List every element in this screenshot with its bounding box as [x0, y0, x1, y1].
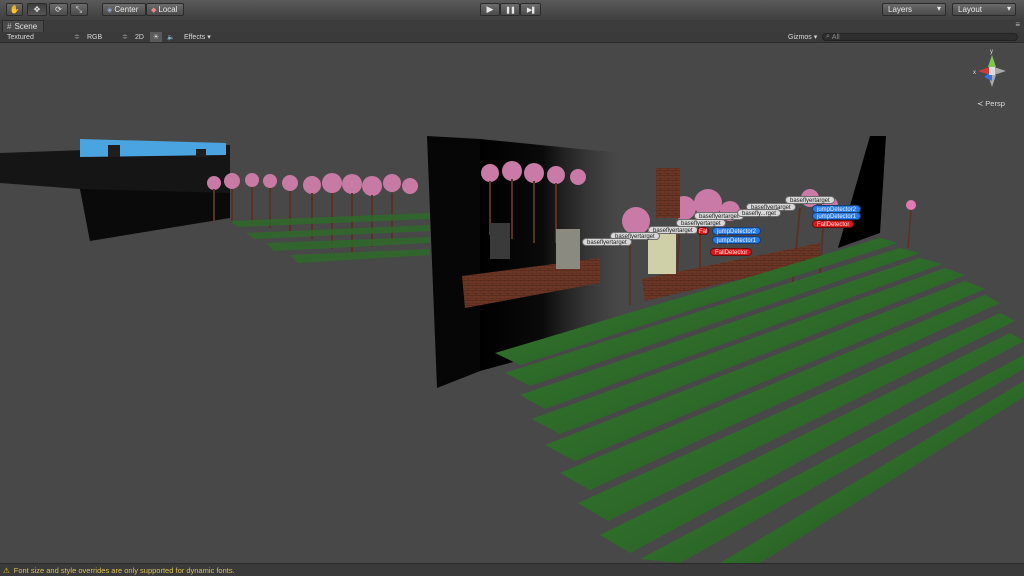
render-mode-arrow-icon: ≑ — [74, 34, 80, 41]
main-toolbar: ✋ ✥ ⟳ ⤡ ◈ Center ◆ Local ▶ ❚❚ ▶❚ Layers … — [0, 0, 1024, 21]
object-label[interactable]: jumpDetector1 — [812, 212, 862, 220]
stone-block — [490, 223, 510, 259]
search-icon: ⌕ — [826, 33, 830, 40]
audio-toggle[interactable]: 🔈 — [167, 32, 174, 42]
object-label[interactable]: Fal — [697, 227, 710, 235]
brick-pillar — [656, 168, 680, 218]
grass-rows-left — [230, 213, 430, 263]
color-mode-dropdown[interactable]: RGB — [87, 32, 102, 42]
silhouette-tower — [108, 145, 120, 157]
pivot-center-toggle[interactable]: ◈ Center — [102, 3, 146, 16]
hand-tool-button[interactable]: ✋ — [6, 3, 23, 16]
speaker-icon: 🔈 — [167, 34, 175, 41]
tree-row-left — [207, 173, 418, 196]
chevron-down-icon: ▾ — [1006, 4, 1011, 13]
tab-menu-icon[interactable]: ≡ — [1015, 20, 1020, 29]
foreground-panel — [427, 136, 480, 388]
warning-icon: ⚠ — [3, 565, 10, 575]
scene-render — [0, 136, 1024, 563]
scale-icon: ⤡ — [75, 4, 83, 14]
pause-button[interactable]: ❚❚ — [500, 3, 520, 16]
layout-dropdown[interactable]: Layout ▾ — [952, 3, 1016, 16]
gizmos-dropdown[interactable]: Gizmos ▾ — [788, 32, 817, 42]
pivot-icon: ◈ — [107, 6, 113, 14]
hierarchy-search-input[interactable]: ⌕ All — [822, 33, 1018, 41]
step-button[interactable]: ▶❚ — [520, 3, 541, 16]
play-icon: ▶ — [486, 4, 494, 14]
pause-icon: ❚❚ — [505, 6, 516, 14]
orientation-gizmo[interactable]: y x — [972, 47, 1012, 93]
move-tool-button[interactable]: ✥ — [27, 3, 47, 16]
background-plane-right — [838, 136, 886, 248]
rotate-tool-button[interactable]: ⟳ — [49, 3, 68, 16]
2d-mode-toggle[interactable]: 2D — [135, 32, 144, 42]
pink-flower — [906, 200, 916, 210]
stone-block — [556, 229, 580, 269]
tab-scene[interactable]: # Scene — [2, 20, 45, 32]
scene-viewport[interactable]: baseflyertarget baseflyertarget baseflye… — [0, 43, 1024, 563]
status-bar[interactable]: ⚠ Font size and style overrides are only… — [0, 563, 1024, 576]
sun-icon: ☀ — [152, 34, 160, 41]
render-mode-dropdown[interactable]: Textured — [7, 32, 34, 42]
chevron-down-icon: ▾ — [936, 4, 941, 13]
object-label[interactable]: jumpDetector1 — [712, 236, 762, 244]
perspective-icon: ≺ — [977, 99, 984, 108]
scene-icon: # — [7, 22, 12, 31]
object-label[interactable]: FallDetector — [710, 248, 753, 256]
dark-backdrop-left — [80, 189, 230, 241]
axis-x-label: x — [973, 70, 976, 76]
play-button[interactable]: ▶ — [480, 3, 500, 16]
scale-tool-button[interactable]: ⤡ — [70, 3, 88, 16]
scene-options-bar: Textured ≑ RGB ≑ 2D ☀ 🔈 Effects ▾ Gizmos… — [0, 32, 1024, 43]
rotate-icon: ⟳ — [55, 5, 62, 14]
move-icon: ✥ — [33, 5, 41, 14]
step-icon: ▶❚ — [526, 6, 536, 14]
projection-toggle[interactable]: ≺ Persp — [977, 99, 1005, 108]
pivot-local-toggle[interactable]: ◆ Local — [146, 3, 184, 16]
silhouette-tower — [196, 149, 206, 157]
effects-dropdown[interactable]: Effects ▾ — [184, 32, 211, 42]
layers-dropdown[interactable]: Layers ▾ — [882, 3, 946, 16]
object-label[interactable]: jumpDetector2 — [712, 227, 762, 235]
chevron-down-icon: ▾ — [207, 34, 211, 41]
local-icon: ◆ — [151, 6, 157, 14]
object-label[interactable]: baseflyertarget — [582, 238, 632, 246]
lighting-toggle[interactable]: ☀ — [150, 32, 162, 42]
chevron-down-icon: ▾ — [813, 34, 818, 41]
color-mode-arrow-icon: ≑ — [122, 34, 128, 41]
axis-y-label: y — [990, 49, 993, 55]
status-message: Font size and style overrides are only s… — [13, 565, 235, 575]
object-label[interactable]: FallDetector — [812, 220, 855, 228]
object-label[interactable]: basefly...rget — [737, 209, 781, 217]
hand-icon: ✋ — [9, 5, 20, 14]
